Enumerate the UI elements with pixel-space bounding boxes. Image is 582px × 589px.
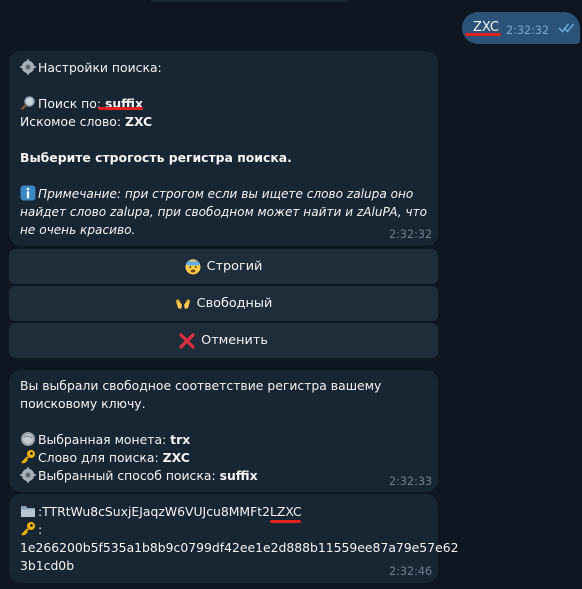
word-line: Слово для поиска: ZXC [20, 449, 190, 467]
magnifier-icon [20, 96, 35, 111]
red-underline-annotation [465, 33, 501, 36]
red-underline-annotation [270, 520, 301, 523]
message-time: 2:32:32 [506, 24, 550, 37]
search-by-line: Поиск по: suffix [20, 95, 143, 113]
summary-line-1: Вы выбрали свободное соответствие регист… [20, 378, 382, 393]
previous-message-edge [150, 0, 350, 2]
key-icon [21, 450, 35, 464]
gear-icon [20, 467, 36, 483]
fearful-face-icon [185, 258, 201, 274]
key-icon [21, 522, 35, 536]
result-message[interactable]: :TTRtWu8cSuxjEJaqzW6VUJcu8MMFt2LZXC : 1e… [9, 494, 458, 583]
message-time: 2:32:32 [389, 228, 433, 241]
folder-icon [21, 506, 35, 517]
search-word-line: Искомое слово: ZXC [20, 114, 153, 129]
double-check-icon [558, 23, 575, 33]
select-prompt: Выберите строгость регистра поиска. [20, 150, 292, 165]
address-line: :TTRtWu8cSuxjEJaqzW6VUJcu8MMFt2LZXC [20, 503, 302, 521]
note-line-2: найдет слово zalupa, при свободном может… [20, 205, 428, 219]
outgoing-message[interactable]: ZXC 2:32:32 [462, 12, 580, 44]
strict-button[interactable]: Строгий [9, 249, 438, 284]
settings-heading: Настройки поиска: [20, 59, 162, 77]
info-icon [20, 185, 36, 201]
cross-mark-icon [179, 332, 195, 349]
cancel-button[interactable]: Отменить [9, 323, 438, 358]
coin-line: Выбранная монета: trx [20, 431, 190, 449]
message-time: 2:32:46 [389, 565, 433, 578]
search-settings-message[interactable]: Настройки поиска: Поиск по: suffix Иском… [9, 51, 438, 246]
private-key-line-2: 3b1cd0b [20, 558, 75, 573]
private-key-line-1: 1e266200b5f535a1b8b9c0799df42ee1e2d888b1… [20, 540, 459, 555]
open-hands-icon [175, 298, 190, 309]
selection-summary-message[interactable]: Вы выбрали свободное соответствие регист… [9, 370, 438, 492]
key-label-line: : [20, 521, 42, 539]
red-underline-annotation [98, 107, 143, 110]
note-line-1: Примечание: при строгом если вы ищете сл… [20, 185, 413, 203]
free-button[interactable]: Свободный [9, 286, 438, 321]
method-line: Выбранный способ поиска: suffix [20, 467, 258, 485]
gear-icon [20, 59, 36, 75]
note-line-3: не очень красиво. [20, 223, 136, 237]
message-time: 2:32:33 [389, 475, 433, 488]
coin-icon [21, 432, 35, 446]
summary-line-2: поисковому ключу. [20, 396, 146, 411]
